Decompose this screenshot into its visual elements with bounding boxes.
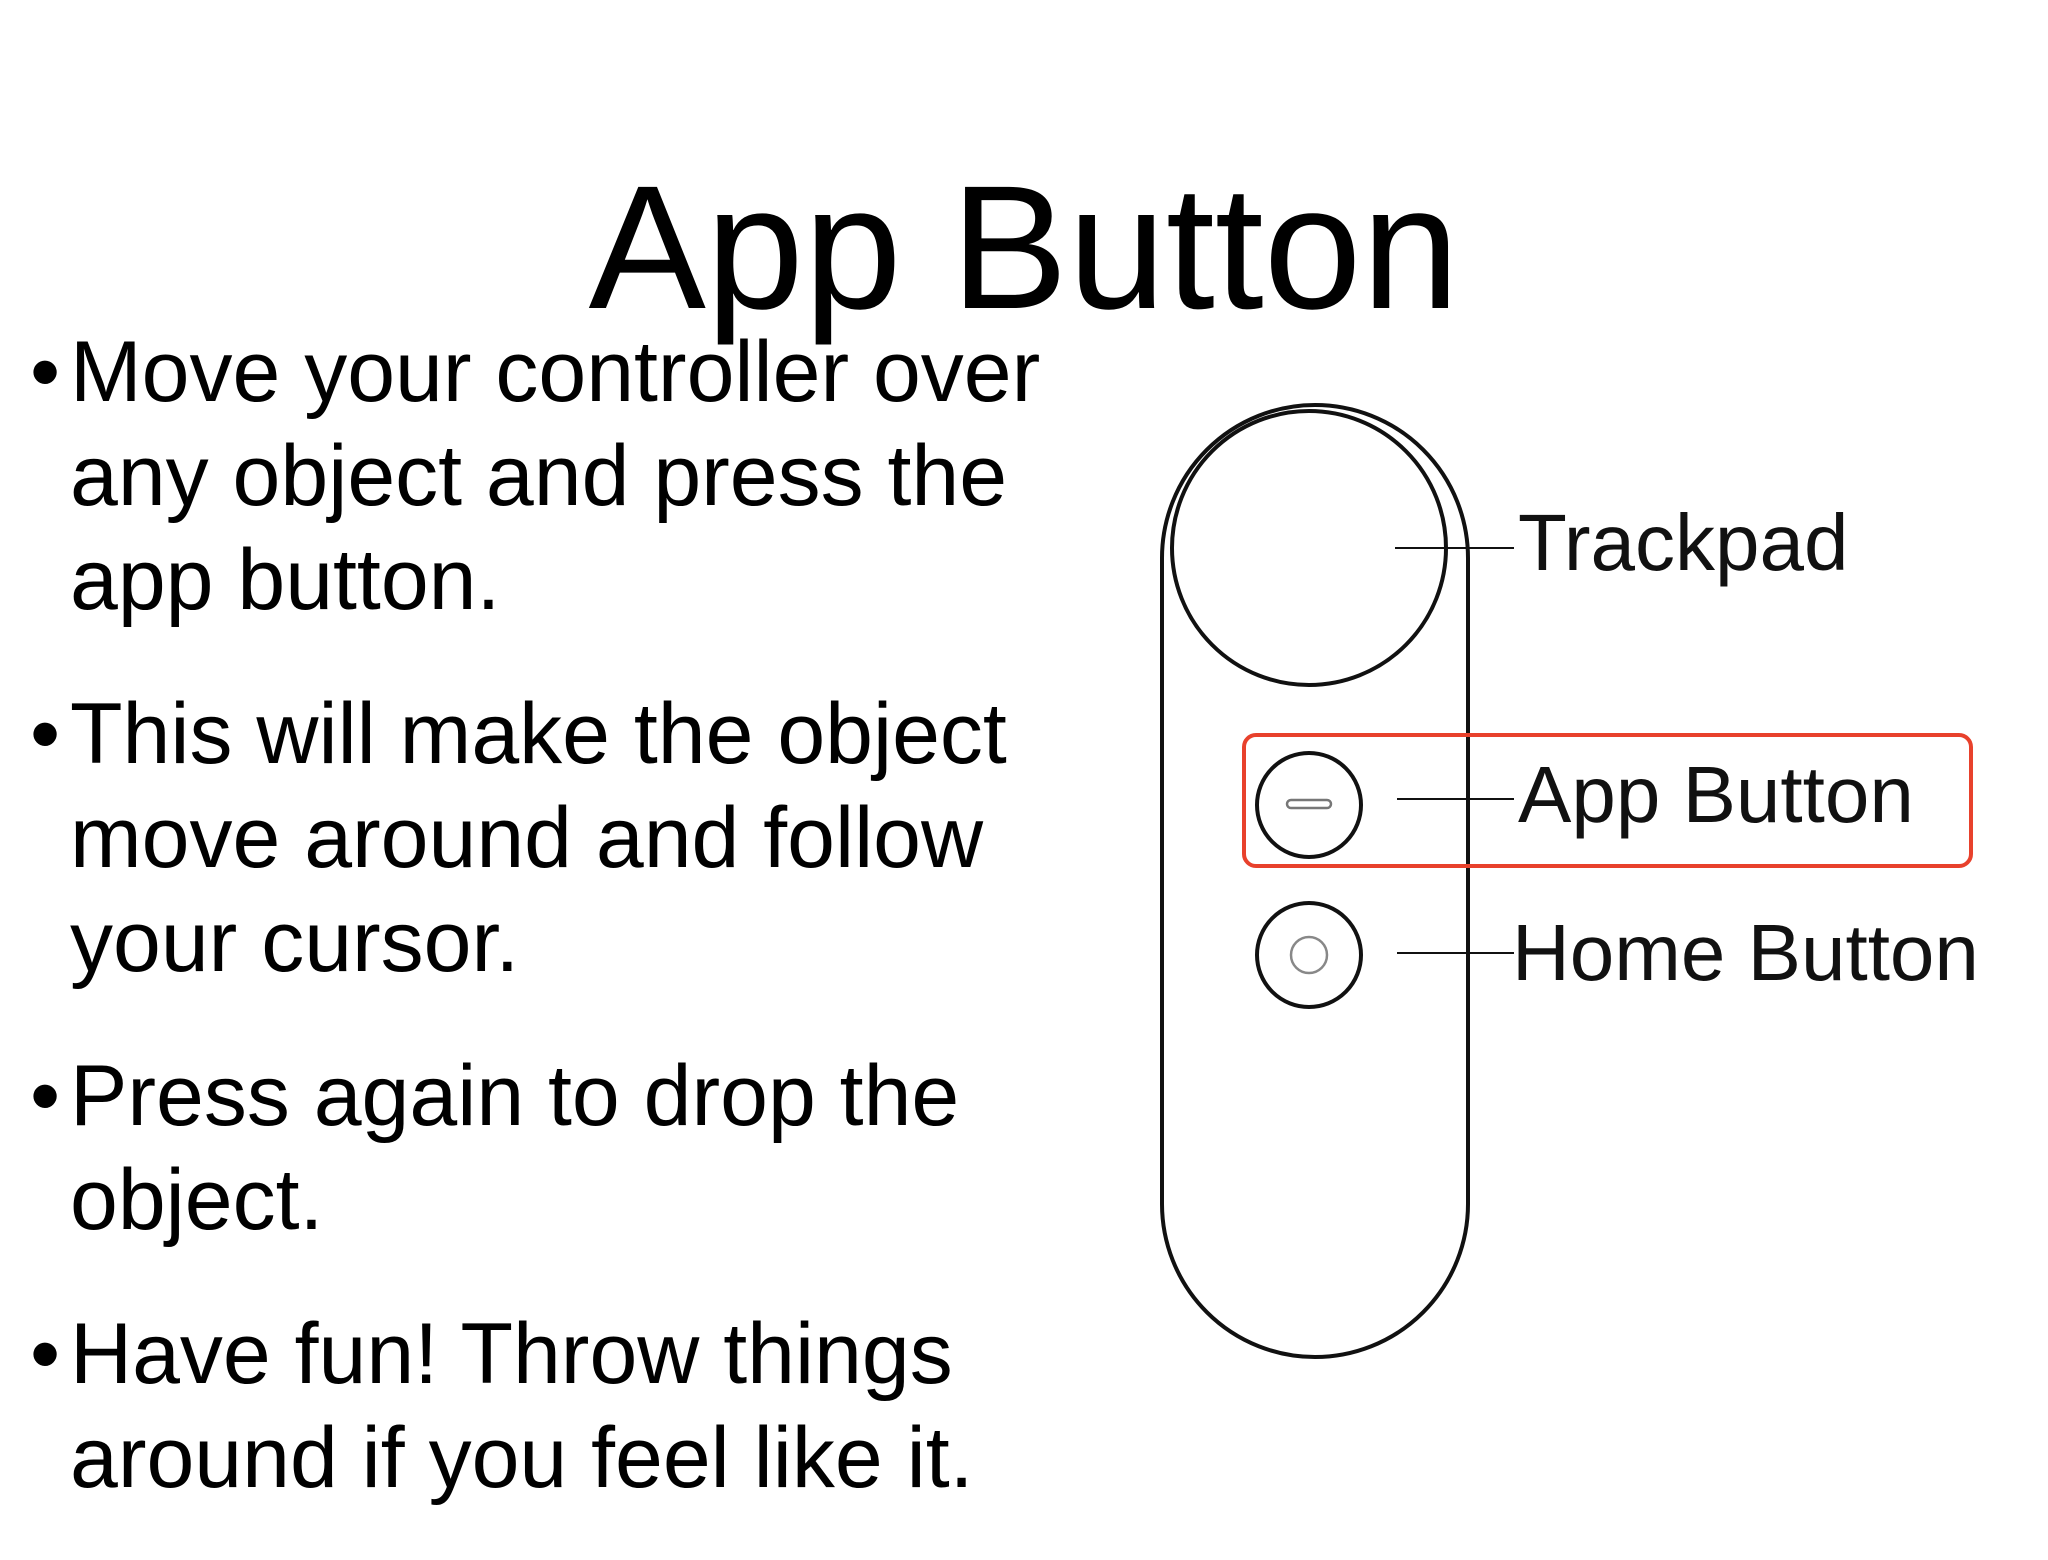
app-button-symbol bbox=[1285, 798, 1333, 810]
slide: App Button • Move your controller over a… bbox=[0, 0, 2048, 1536]
controller-diagram: Trackpad App Button Home Button bbox=[1160, 403, 1979, 1359]
app-button-circle bbox=[1255, 751, 1363, 859]
trackpad-label: Trackpad bbox=[1518, 498, 1849, 587]
home-button-symbol bbox=[1289, 935, 1329, 975]
app-button-label: App Button bbox=[1518, 750, 1914, 839]
home-button-circle bbox=[1255, 901, 1363, 1009]
home-button-label: Home Button bbox=[1512, 908, 1979, 997]
